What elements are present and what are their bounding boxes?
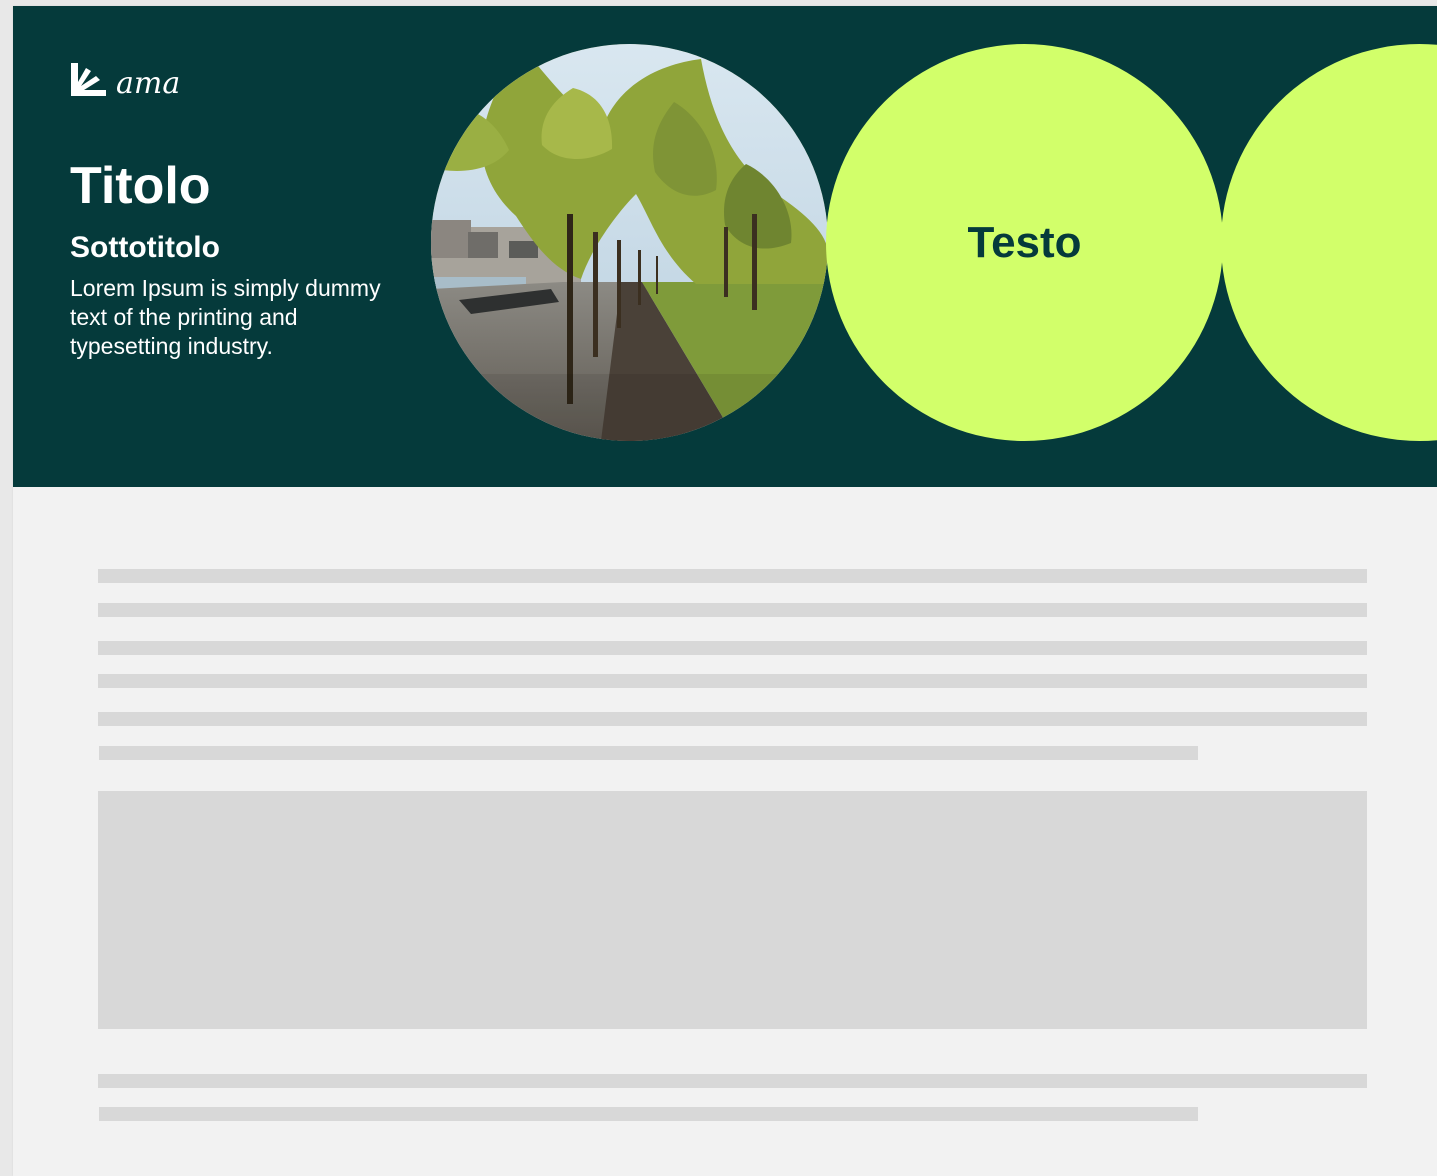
hero-banner: ama Titolo Sottotitolo Lorem Ipsum is si… (13, 6, 1437, 487)
hero-photo-circle (431, 44, 828, 441)
placeholder-line-6 (99, 746, 1198, 760)
placeholder-line-1 (98, 569, 1367, 583)
hero-subtitle: Sottotitolo (70, 231, 220, 264)
placeholder-line-5 (98, 712, 1367, 726)
page-canvas: ama Titolo Sottotitolo Lorem Ipsum is si… (13, 6, 1437, 1176)
tree-lined-riverside-path-photo (431, 44, 828, 441)
placeholder-line-2 (98, 603, 1367, 617)
placeholder-line-8 (99, 1107, 1198, 1121)
placeholder-media-block (98, 791, 1367, 1029)
hero-description: Lorem Ipsum is simply dummy text of the … (70, 275, 381, 359)
partial-lime-circle (1221, 44, 1437, 441)
placeholder-line-4 (98, 674, 1367, 688)
logo: ama (70, 60, 180, 102)
placeholder-line-3 (98, 641, 1367, 655)
logo-wordmark: ama (116, 66, 181, 101)
testo-circle: Testo (826, 44, 1223, 441)
placeholder-line-7 (98, 1074, 1367, 1088)
hero-title: Titolo (70, 157, 211, 215)
testo-circle-text: Testo (967, 217, 1082, 267)
ama-hand-icon (71, 63, 106, 96)
